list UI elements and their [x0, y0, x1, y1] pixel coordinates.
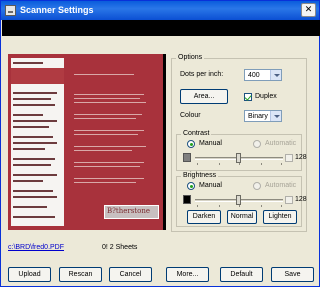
text-line: [13, 174, 57, 176]
text-line: [74, 118, 136, 119]
text-line: [13, 142, 57, 144]
brightness-slider-thumb[interactable]: [236, 195, 241, 205]
text-line: [74, 98, 140, 99]
contrast-color-swatch: [183, 153, 191, 162]
chevron-down-icon[interactable]: [270, 111, 281, 121]
text-line: [13, 158, 55, 160]
colour-select[interactable]: Binary: [244, 110, 282, 122]
slider-tick: [281, 205, 282, 207]
options-legend: Options: [176, 54, 205, 61]
upload-button[interactable]: Upload: [8, 267, 51, 282]
text-line: [74, 178, 144, 179]
duplex-checkbox[interactable]: [244, 93, 252, 101]
slider-tick: [219, 205, 220, 207]
colour-value: Binary: [248, 113, 268, 120]
text-line: [74, 114, 142, 115]
text-line: [13, 62, 43, 64]
text-line: [13, 98, 51, 100]
default-button[interactable]: Default: [220, 267, 263, 282]
text-line: [74, 130, 144, 131]
contrast-automatic-radio[interactable]: [253, 140, 261, 148]
save-button[interactable]: Save: [271, 267, 314, 282]
dpi-select[interactable]: 400: [244, 69, 282, 81]
text-line: [13, 190, 53, 192]
text-line: [13, 92, 57, 94]
contrast-value: 128: [295, 154, 307, 161]
normal-button[interactable]: Normal: [227, 210, 257, 224]
brightness-automatic-radio[interactable]: [253, 182, 261, 190]
slider-tick: [261, 205, 262, 207]
slider-tick: [197, 163, 198, 165]
text-line: [13, 120, 57, 122]
area-button[interactable]: Area...: [180, 89, 228, 104]
scanner-app-icon: [5, 5, 16, 16]
darken-button[interactable]: Darken: [187, 210, 221, 224]
slider-tick: [261, 163, 262, 165]
slider-tick: [239, 163, 240, 165]
contrast-legend: Contrast: [181, 130, 212, 137]
chevron-down-icon[interactable]: [270, 70, 281, 80]
duplex-label: Duplex: [255, 93, 277, 100]
options-group: Options Dots per inch: 400 Area... Duple…: [171, 54, 307, 232]
text-line: [13, 126, 49, 128]
brightness-legend: Brightness: [181, 172, 219, 179]
text-line: [74, 150, 132, 151]
slider-tick: [197, 205, 198, 207]
brightness-group: Brightness Manual Automatic 128 Darken N…: [176, 172, 307, 227]
slider-tick: [239, 205, 240, 207]
brightness-value: 128: [295, 196, 307, 203]
title-bar[interactable]: Scanner Settings ✕: [1, 1, 319, 20]
brightness-color-swatch: [183, 195, 191, 204]
page-banner: [11, 68, 64, 84]
rescan-button[interactable]: Rescan: [59, 267, 102, 282]
sheets-count: 0! 2 Sheets: [102, 244, 138, 251]
text-line: [13, 206, 47, 208]
contrast-slider-thumb[interactable]: [236, 153, 241, 163]
brightness-manual-radio[interactable]: [187, 182, 195, 190]
text-line: [74, 134, 138, 135]
text-line: [13, 104, 55, 106]
brightness-manual-label: Manual: [199, 182, 222, 189]
text-line: [74, 166, 140, 167]
dpi-value: 400: [248, 72, 260, 79]
text-line: [13, 180, 43, 182]
contrast-value-checkbox[interactable]: [285, 154, 293, 162]
contrast-group: Contrast Manual Automatic 128: [176, 130, 307, 171]
text-line: [13, 136, 53, 138]
brightness-value-checkbox[interactable]: [285, 196, 293, 204]
lighten-button[interactable]: Lighten: [263, 210, 297, 224]
toolbar-strip: [2, 20, 320, 36]
text-line: [13, 114, 43, 116]
contrast-manual-radio[interactable]: [187, 140, 195, 148]
scan-preview[interactable]: B?therstone: [8, 54, 166, 230]
slider-tick: [219, 163, 220, 165]
text-line: [13, 148, 45, 150]
file-path-link[interactable]: c:\BRD\fred0.PDF: [8, 244, 64, 251]
text-line: [13, 216, 55, 218]
scanner-settings-window: Scanner Settings ✕ B?therstone c:\BRD\fr…: [0, 0, 320, 287]
text-line: [13, 196, 57, 198]
brightness-automatic-label: Automatic: [265, 182, 297, 189]
page-logo-text: B?therstone: [107, 207, 150, 215]
text-line: [74, 146, 146, 147]
contrast-manual-label: Manual: [199, 140, 222, 147]
contrast-automatic-label: Automatic: [265, 140, 297, 147]
close-button[interactable]: ✕: [301, 3, 316, 17]
dpi-label: Dots per inch:: [180, 71, 224, 78]
text-line: [74, 74, 134, 75]
text-line: [74, 162, 144, 163]
more-button[interactable]: More...: [166, 267, 209, 282]
cancel-button[interactable]: Cancel: [109, 267, 152, 282]
text-line: [74, 94, 144, 95]
text-line: [74, 182, 136, 183]
scanned-page-image: B?therstone: [8, 54, 163, 230]
slider-tick: [281, 163, 282, 165]
text-line: [13, 164, 51, 166]
text-line: [74, 102, 146, 103]
window-title: Scanner Settings: [20, 5, 94, 15]
colour-label: Colour: [180, 112, 201, 119]
